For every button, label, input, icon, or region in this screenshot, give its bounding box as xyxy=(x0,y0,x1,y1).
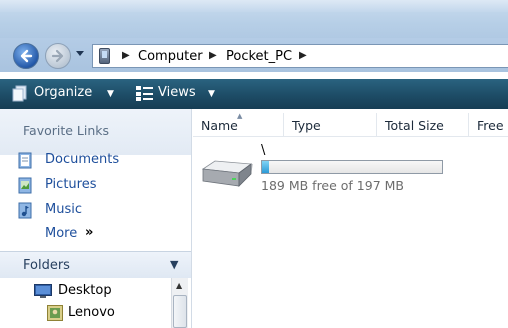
drive-usage-fill xyxy=(262,161,269,173)
drive-free-space-text: 189 MB free of 197 MB xyxy=(261,178,404,193)
more-chevron-icon[interactable]: » xyxy=(85,225,93,240)
column-header-total-size[interactable]: Total Size xyxy=(377,113,469,137)
drive-item[interactable]: \ 189 MB free of 197 MB xyxy=(193,143,508,199)
views-label: Views xyxy=(158,85,196,100)
column-total-size-label: Total Size xyxy=(385,118,444,133)
back-button[interactable] xyxy=(13,43,39,69)
favorite-links-header: Favorite Links xyxy=(0,109,191,155)
folders-title: Folders xyxy=(23,258,70,273)
scroll-up-arrow-icon[interactable]: ▲ xyxy=(176,281,182,290)
breadcrumb-separator-icon[interactable]: ▶ xyxy=(209,50,217,61)
folders-header[interactable]: Folders ▼ xyxy=(0,251,191,278)
scrollbar-thumb[interactable] xyxy=(173,295,187,328)
views-icon xyxy=(136,86,153,101)
tree-item-lenovo[interactable]: Lenovo xyxy=(47,303,170,323)
favorite-link-pictures[interactable]: Pictures xyxy=(18,175,188,195)
chevron-down-icon[interactable]: ▼ xyxy=(170,258,178,271)
column-name-label: Name xyxy=(201,118,238,133)
documents-label: Documents xyxy=(45,152,120,167)
views-button[interactable]: Views ▼ xyxy=(136,85,220,103)
organize-icon xyxy=(12,85,27,102)
lenovo-label: Lenovo xyxy=(68,305,115,320)
pictures-label: Pictures xyxy=(45,177,97,192)
drive-name: \ xyxy=(261,143,266,158)
organize-label: Organize xyxy=(34,85,93,100)
back-arrow-icon xyxy=(20,49,33,63)
navigation-pane: Favorite Links Documents Pictures Music … xyxy=(0,109,192,328)
pictures-icon xyxy=(18,177,32,194)
column-header-type[interactable]: Type xyxy=(284,113,377,137)
views-dropdown-icon: ▼ xyxy=(208,89,215,99)
command-bar: Organize ▼ Views ▼ xyxy=(0,79,508,109)
drive-usage-bar xyxy=(261,160,443,174)
column-header-name[interactable]: ▲ Name xyxy=(193,112,284,137)
desktop-label: Desktop xyxy=(58,283,112,298)
forward-arrow-icon xyxy=(51,49,64,63)
title-bar-highlight xyxy=(0,0,508,12)
organize-button[interactable]: Organize ▼ xyxy=(12,85,122,103)
breadcrumb-pocket-pc[interactable]: Pocket_PC xyxy=(226,49,292,64)
breadcrumb-separator-icon[interactable]: ▶ xyxy=(299,50,307,61)
address-bar-row: ▶ Computer ▶ Pocket_PC ▶ xyxy=(0,38,508,72)
drive-icon xyxy=(201,160,253,187)
breadcrumb-separator-icon[interactable]: ▶ xyxy=(122,50,130,61)
tree-item-desktop[interactable]: Desktop xyxy=(34,281,170,301)
breadcrumb-computer[interactable]: Computer xyxy=(138,49,203,64)
favorite-link-documents[interactable]: Documents xyxy=(18,150,188,170)
file-list-pane: ▲ Name Type Total Size Free S \ 189 MB f… xyxy=(193,109,508,328)
window-title-bar xyxy=(0,0,508,38)
column-type-label: Type xyxy=(292,118,321,133)
column-headers: ▲ Name Type Total Size Free S xyxy=(193,112,508,137)
music-icon xyxy=(18,202,32,219)
organize-dropdown-icon: ▼ xyxy=(107,89,114,99)
favorite-link-music[interactable]: Music xyxy=(18,200,188,220)
more-links-button[interactable]: More xyxy=(45,226,77,241)
address-field[interactable]: ▶ Computer ▶ Pocket_PC ▶ xyxy=(92,44,508,68)
column-free-space-label: Free S xyxy=(477,118,508,133)
forward-button[interactable] xyxy=(45,43,71,69)
desktop-icon xyxy=(34,284,52,298)
favorite-links-title: Favorite Links xyxy=(23,123,110,138)
documents-icon xyxy=(18,152,32,169)
folders-scrollbar[interactable]: ▲ xyxy=(171,278,188,328)
pocket-pc-device-icon xyxy=(99,48,110,64)
recent-pages-dropdown-icon[interactable] xyxy=(75,50,85,58)
music-label: Music xyxy=(45,202,82,217)
column-header-free-space[interactable]: Free S xyxy=(469,113,508,137)
user-folder-icon xyxy=(47,305,63,321)
